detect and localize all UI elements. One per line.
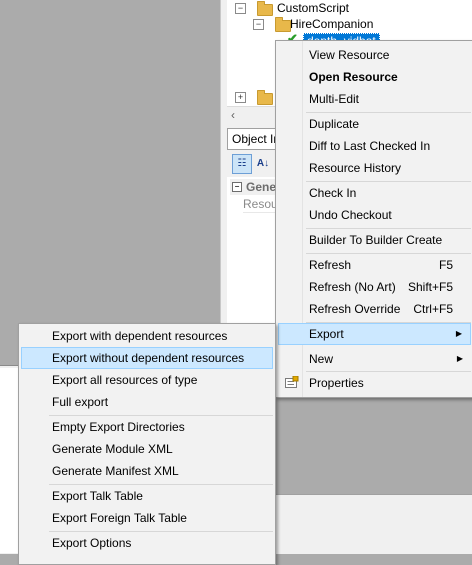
menu-item-shortcut: Ctrl+F5 bbox=[413, 302, 453, 316]
menu-item-refresh-override[interactable]: Refresh Override Ctrl+F5 bbox=[278, 298, 471, 320]
menu-item-label: Export with dependent resources bbox=[52, 329, 228, 343]
menu-item-export-with-dependent-resources[interactable]: Export with dependent resources bbox=[21, 325, 273, 347]
menu-item-label: Resource History bbox=[309, 161, 402, 175]
menu-item-generate-manifest-xml[interactable]: Generate Manifest XML bbox=[21, 460, 273, 482]
tree-node-customscript[interactable]: − CustomScript bbox=[235, 0, 465, 16]
menu-item-label: Export Options bbox=[52, 536, 132, 550]
menu-item-properties[interactable]: Properties bbox=[278, 372, 471, 394]
folder-icon bbox=[257, 1, 273, 16]
menu-item-undo-checkout[interactable]: Undo Checkout bbox=[278, 204, 471, 226]
menu-item-label: Refresh bbox=[309, 258, 352, 272]
menu-item-new[interactable]: New ▶ bbox=[278, 348, 471, 370]
menu-item-label: Export bbox=[309, 327, 344, 341]
export-submenu: Export with dependent resources Export w… bbox=[18, 323, 276, 565]
categorized-view-icon[interactable]: ☷ bbox=[232, 154, 252, 174]
menu-item-label: Builder To Builder Create bbox=[309, 233, 443, 247]
menu-item-export-foreign-talk-table[interactable]: Export Foreign Talk Table bbox=[21, 507, 273, 529]
collapse-icon[interactable]: − bbox=[235, 3, 246, 14]
menu-item-label: Full export bbox=[52, 395, 109, 409]
folder-icon bbox=[257, 90, 273, 105]
menu-item-generate-module-xml[interactable]: Generate Module XML bbox=[21, 438, 273, 460]
resource-context-menu: View Resource Open Resource Multi-Edit D… bbox=[275, 40, 472, 398]
menu-item-label: Undo Checkout bbox=[309, 208, 392, 222]
tree-node-hirecompanion[interactable]: − HireCompanion bbox=[253, 16, 463, 32]
tree-node-label: HireCompanion bbox=[290, 17, 374, 31]
menu-item-builder-to-builder-create[interactable]: Builder To Builder Create bbox=[278, 229, 471, 251]
alphabetical-sort-icon[interactable]: A↓ bbox=[253, 154, 273, 174]
menu-item-multi-edit[interactable]: Multi-Edit bbox=[278, 88, 471, 110]
menu-item-label: View Resource bbox=[309, 48, 390, 62]
menu-item-export[interactable]: Export ▶ bbox=[278, 323, 471, 345]
menu-item-label: Empty Export Directories bbox=[52, 420, 185, 434]
menu-item-label: Multi-Edit bbox=[309, 92, 360, 106]
menu-item-export-talk-table[interactable]: Export Talk Table bbox=[21, 485, 273, 507]
menu-item-label: Export Foreign Talk Table bbox=[52, 511, 187, 525]
menu-item-resource-history[interactable]: Resource History bbox=[278, 157, 471, 179]
expand-icon[interactable]: + bbox=[235, 92, 246, 103]
menu-item-label: Generate Manifest XML bbox=[52, 464, 179, 478]
menu-item-label: Refresh Override bbox=[309, 302, 401, 316]
menu-item-label: Open Resource bbox=[309, 70, 398, 84]
submenu-arrow-icon: ▶ bbox=[455, 329, 462, 338]
menu-item-empty-export-directories[interactable]: Empty Export Directories bbox=[21, 416, 273, 438]
menu-item-duplicate[interactable]: Duplicate bbox=[278, 113, 471, 135]
menu-item-open-resource[interactable]: Open Resource bbox=[278, 66, 471, 88]
menu-item-refresh[interactable]: Refresh F5 bbox=[278, 254, 471, 276]
menu-item-label: Diff to Last Checked In bbox=[309, 139, 431, 153]
menu-item-shortcut: Shift+F5 bbox=[407, 280, 453, 294]
menu-item-label: Export Talk Table bbox=[52, 489, 143, 503]
menu-item-view-resource[interactable]: View Resource bbox=[278, 44, 471, 66]
menu-item-export-without-dependent-resources[interactable]: Export without dependent resources bbox=[21, 347, 273, 369]
menu-item-check-in[interactable]: Check In bbox=[278, 182, 471, 204]
collapse-icon[interactable]: − bbox=[253, 19, 264, 30]
scroll-left-icon[interactable]: ‹ bbox=[231, 108, 235, 122]
menu-item-label: Duplicate bbox=[309, 117, 360, 131]
menu-item-label: Export all resources of type bbox=[52, 373, 198, 387]
menu-item-label: Export without dependent resources bbox=[52, 351, 245, 365]
properties-icon bbox=[285, 376, 299, 388]
collapse-icon[interactable]: − bbox=[232, 182, 242, 192]
tree-node-label: CustomScript bbox=[277, 1, 350, 15]
menu-item-label: Check In bbox=[309, 186, 357, 200]
menu-item-label: Generate Module XML bbox=[52, 442, 173, 456]
submenu-arrow-icon: ▶ bbox=[456, 354, 463, 363]
menu-item-export-options[interactable]: Export Options bbox=[21, 532, 273, 554]
menu-item-refresh-no-art[interactable]: Refresh (No Art) Shift+F5 bbox=[278, 276, 471, 298]
menu-item-label: Refresh (No Art) bbox=[309, 280, 396, 294]
menu-item-full-export[interactable]: Full export bbox=[21, 391, 273, 413]
empty-document-area bbox=[0, 0, 220, 365]
menu-item-shortcut: F5 bbox=[438, 258, 453, 272]
menu-item-export-all-resources-of-type[interactable]: Export all resources of type bbox=[21, 369, 273, 391]
menu-item-label: Properties bbox=[309, 376, 364, 390]
menu-item-diff-last-checked-in[interactable]: Diff to Last Checked In bbox=[278, 135, 471, 157]
menu-item-label: New bbox=[309, 352, 334, 366]
